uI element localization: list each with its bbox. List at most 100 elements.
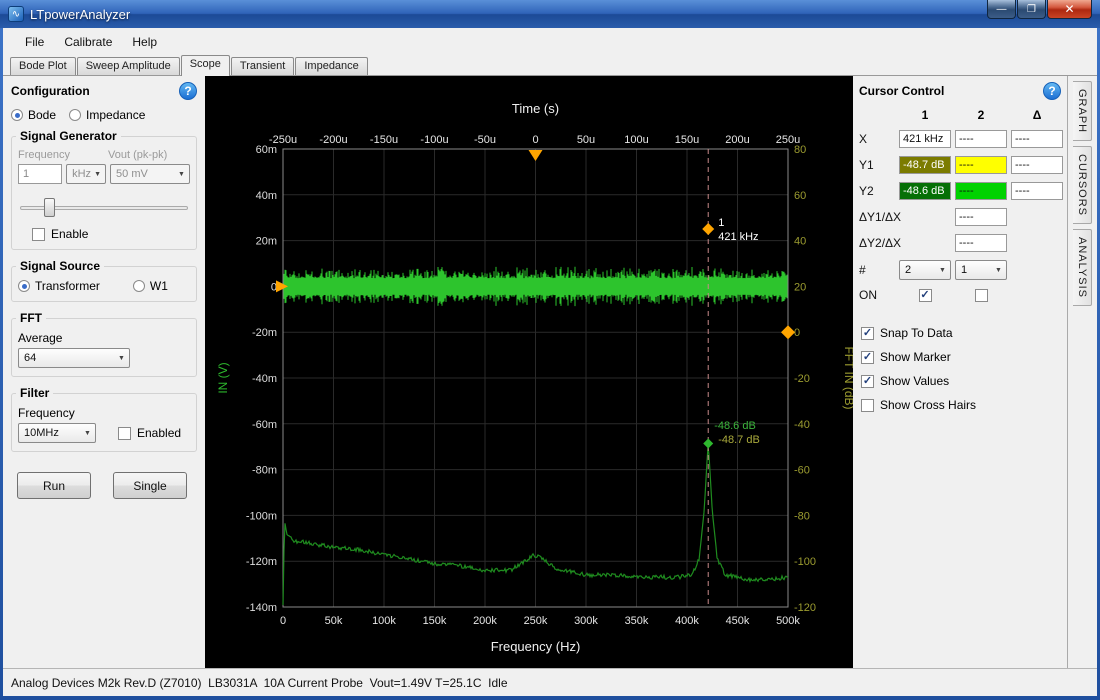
side-tab-analysis[interactable]: ANALYSIS [1073, 229, 1092, 306]
frequency-label: Frequency [18, 149, 108, 161]
show-values-label: Show Values [880, 374, 949, 388]
svg-text:20: 20 [794, 281, 806, 293]
show-marker-checkbox[interactable] [861, 351, 874, 364]
svg-text:-200u: -200u [319, 134, 347, 146]
side-tab-cursors[interactable]: CURSORS [1073, 146, 1092, 224]
status-text: Analog Devices M2k Rev.D (Z7010) LB3031A… [11, 676, 508, 690]
single-button[interactable]: Single [113, 472, 187, 499]
tab-sweep-amplitude[interactable]: Sweep Amplitude [77, 57, 180, 75]
scope-plot[interactable]: -250u-200u-150u-100u-50u050u100u150u200u… [205, 76, 853, 668]
close-button[interactable]: ✕ [1047, 0, 1092, 19]
vout-value: 50 mV [116, 168, 148, 180]
status-bar: Analog Devices M2k Rev.D (Z7010) LB3031A… [3, 668, 1097, 696]
frequency-input[interactable]: 1 [18, 164, 62, 184]
menu-help[interactable]: Help [122, 31, 167, 53]
slider-thumb[interactable] [44, 198, 55, 217]
svg-text:0: 0 [280, 615, 286, 627]
cursor1-on-checkbox[interactable] [919, 289, 932, 302]
filter-enabled-checkbox[interactable] [118, 427, 131, 440]
app-window: LTpowerAnalyzer — ❐ ✕ File Calibrate Hel… [0, 0, 1100, 700]
average-select[interactable]: 64 ▼ [18, 348, 130, 368]
y2-cursor2-value: ---- [955, 182, 1007, 200]
minimize-button[interactable]: — [987, 0, 1016, 19]
cursor1-column-header: 1 [899, 108, 951, 122]
svg-text:-50u: -50u [474, 134, 496, 146]
svg-text:1: 1 [718, 217, 724, 229]
svg-text:-20m: -20m [252, 327, 277, 339]
svg-text:-40: -40 [794, 419, 810, 431]
signal-generator-title: Signal Generator [16, 129, 121, 143]
transformer-radio-label: Transformer [35, 279, 100, 293]
amplitude-slider[interactable] [20, 198, 188, 217]
show-values-checkbox[interactable] [861, 375, 874, 388]
svg-text:-150u: -150u [370, 134, 398, 146]
side-tab-graph[interactable]: GRAPH [1073, 81, 1092, 141]
help-icon[interactable]: ? [1043, 82, 1061, 100]
svg-text:200u: 200u [725, 134, 749, 146]
enable-checkbox-label: Enable [51, 227, 88, 241]
svg-text:350k: 350k [625, 615, 649, 627]
show-marker-label: Show Marker [880, 350, 951, 364]
tab-scope[interactable]: Scope [181, 55, 230, 76]
impedance-radio[interactable] [69, 109, 81, 121]
average-value: 64 [24, 352, 36, 364]
cursor-control-title: Cursor Control [859, 84, 944, 98]
run-button[interactable]: Run [17, 472, 91, 499]
help-icon[interactable]: ? [179, 82, 197, 100]
svg-text:Frequency (Hz): Frequency (Hz) [491, 639, 581, 654]
configuration-title: Configuration [11, 84, 90, 98]
y2-row-label: Y2 [859, 184, 895, 198]
svg-text:-48.6 dB: -48.6 dB [714, 420, 756, 432]
transformer-radio[interactable] [18, 280, 30, 292]
svg-text:-60: -60 [794, 465, 810, 477]
svg-text:-80: -80 [794, 510, 810, 522]
filter-group: Filter Frequency 10MHz ▼ Enabled [11, 393, 197, 452]
chevron-down-icon: ▼ [91, 166, 104, 182]
x-delta-value: ---- [1011, 130, 1063, 148]
svg-text:100u: 100u [624, 134, 648, 146]
show-cross-hairs-label: Show Cross Hairs [880, 398, 976, 412]
show-cross-hairs-checkbox[interactable] [861, 399, 874, 412]
tab-impedance[interactable]: Impedance [295, 57, 367, 75]
cursor-control-panel: Cursor Control ? 1 2 Δ X 421 kHz ---- --… [853, 76, 1067, 668]
svg-text:300k: 300k [574, 615, 598, 627]
w1-radio[interactable] [133, 280, 145, 292]
tab-strip: Bode Plot Sweep Amplitude Scope Transien… [3, 55, 1097, 76]
menu-file[interactable]: File [15, 31, 54, 53]
frequency-unit-value: kHz [72, 168, 91, 180]
svg-text:40: 40 [794, 236, 806, 248]
chevron-down-icon: ▼ [115, 350, 128, 366]
svg-text:-120: -120 [794, 602, 816, 614]
y2-delta-value: ---- [1011, 182, 1063, 200]
x-row-label: X [859, 132, 895, 146]
signal-source-group: Signal Source Transformer W1 [11, 266, 197, 302]
svg-text:0: 0 [794, 327, 800, 339]
svg-text:-100m: -100m [246, 510, 277, 522]
tab-transient[interactable]: Transient [231, 57, 294, 75]
cursor2-on-checkbox[interactable] [975, 289, 988, 302]
svg-text:-120m: -120m [246, 556, 277, 568]
cursor2-marker-select[interactable]: 1 ▼ [955, 260, 1007, 280]
svg-text:421 kHz: 421 kHz [718, 231, 758, 243]
maximize-button[interactable]: ❐ [1017, 0, 1046, 19]
w1-radio-label: W1 [150, 279, 168, 293]
vout-select[interactable]: 50 mV ▼ [110, 164, 190, 184]
frequency-unit-select[interactable]: kHz ▼ [66, 164, 106, 184]
fft-title: FFT [16, 311, 46, 325]
filter-frequency-select[interactable]: 10MHz ▼ [18, 423, 96, 443]
y1-row-label: Y1 [859, 158, 895, 172]
bode-radio[interactable] [11, 109, 23, 121]
snap-to-data-checkbox[interactable] [861, 327, 874, 340]
marker-number-row-label: # [859, 263, 895, 277]
y1-delta-value: ---- [1011, 156, 1063, 174]
on-row-label: ON [859, 288, 895, 302]
scope-chart[interactable]: -250u-200u-150u-100u-50u050u100u150u200u… [205, 76, 853, 668]
title-bar[interactable]: LTpowerAnalyzer — ❐ ✕ [0, 0, 1100, 28]
tab-bode-plot[interactable]: Bode Plot [10, 57, 76, 75]
svg-text:-80m: -80m [252, 465, 277, 477]
filter-title: Filter [16, 386, 53, 400]
enable-checkbox[interactable] [32, 228, 45, 241]
cursor1-marker-select[interactable]: 2 ▼ [899, 260, 951, 280]
menu-calibrate[interactable]: Calibrate [54, 31, 122, 53]
bode-radio-label: Bode [28, 108, 56, 122]
